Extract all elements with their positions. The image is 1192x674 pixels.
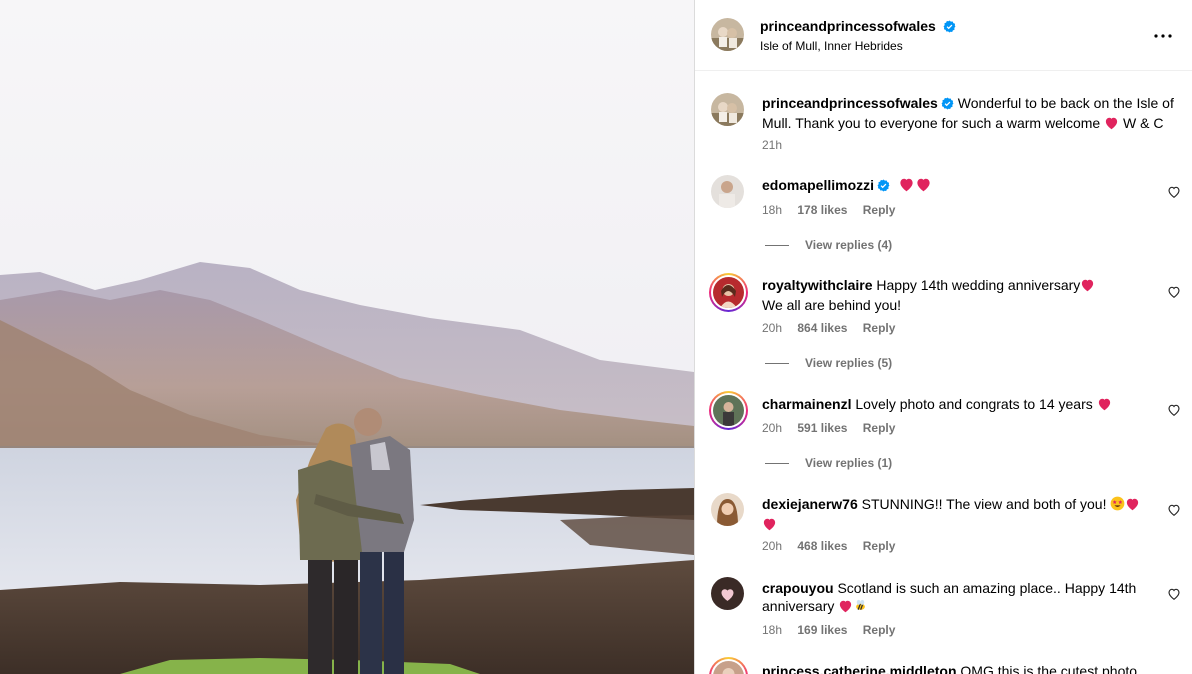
red-heart-emoji-icon <box>1104 116 1119 134</box>
comment-meta: 18h 178 likes Reply <box>762 203 907 217</box>
post-location[interactable]: Isle of Mull, Inner Hebrides <box>760 39 903 53</box>
reply-button[interactable]: Reply <box>863 203 896 217</box>
commenter-username[interactable]: princess.catherine.middleton <box>762 663 957 674</box>
comment-time[interactable]: 20h <box>762 321 782 335</box>
more-options-icon[interactable] <box>1151 24 1175 48</box>
view-replies-button[interactable]: View replies (5) <box>765 356 892 370</box>
comments-panel: princeandprincessofwales Isle of Mull, I… <box>694 0 1192 674</box>
post-image <box>0 0 694 674</box>
view-replies-label: View replies (4) <box>805 238 893 252</box>
red-heart-emoji-icon <box>898 177 915 196</box>
comment-item: princess.catherine.middleton OMG this is… <box>695 657 1192 674</box>
commenter-username[interactable]: royaltywithclaire <box>762 277 873 293</box>
heart-outline-icon[interactable] <box>1167 285 1181 299</box>
heart-outline-icon[interactable] <box>1167 503 1181 517</box>
caption-time[interactable]: 21h <box>762 138 782 152</box>
post-caption: princeandprincessofwales Wonderful to be… <box>695 92 1192 162</box>
heart-outline-icon[interactable] <box>1167 587 1181 601</box>
replies-divider <box>765 363 789 365</box>
story-ring[interactable] <box>709 273 748 312</box>
commenter-avatar[interactable] <box>711 175 744 208</box>
comment-meta: 20h 591 likes Reply <box>762 421 907 435</box>
comment-item: dexiejanerw76 STUNNING!! The view and bo… <box>695 492 1192 556</box>
commenter-username[interactable]: edomapellimozzi <box>762 177 874 193</box>
verified-badge-icon <box>943 20 956 36</box>
comment-item: charmainenzl Lovely photo and congrats t… <box>695 391 1192 471</box>
red-heart-emoji-icon <box>1080 278 1095 296</box>
comment-item: royaltywithclaire Happy 14th wedding ann… <box>695 273 1192 373</box>
post-header: princeandprincessofwales Isle of Mull, I… <box>695 0 1192 71</box>
comment-text: Happy 14th wedding anniversary <box>876 277 1081 293</box>
comment-meta: 18h 169 likes Reply <box>762 623 907 637</box>
comment-item: crapouyou Scotland is such an amazing pl… <box>695 576 1192 640</box>
commenter-username[interactable]: charmainenzl <box>762 396 851 412</box>
commenter-avatar <box>713 395 744 426</box>
post-photo[interactable] <box>0 0 694 674</box>
commenter-avatar[interactable] <box>711 577 744 610</box>
view-replies-label: View replies (5) <box>805 356 893 370</box>
reply-button[interactable]: Reply <box>863 623 896 637</box>
red-heart-emoji-icon <box>1125 497 1140 515</box>
author-username[interactable]: princeandprincessofwales <box>760 18 936 34</box>
reply-button[interactable]: Reply <box>863 321 896 335</box>
red-heart-emoji-icon <box>838 599 853 617</box>
comment-time[interactable]: 20h <box>762 421 782 435</box>
comment-likes[interactable]: 591 likes <box>797 421 847 435</box>
story-ring[interactable] <box>709 391 748 430</box>
reply-button[interactable]: Reply <box>863 421 896 435</box>
view-replies-button[interactable]: View replies (4) <box>765 238 892 252</box>
red-heart-emoji-icon <box>915 177 932 196</box>
comment-likes[interactable]: 178 likes <box>797 203 847 217</box>
reply-button[interactable]: Reply <box>863 539 896 553</box>
verified-badge-icon <box>877 178 890 196</box>
commenter-avatar <box>713 277 744 308</box>
comment-likes[interactable]: 169 likes <box>797 623 847 637</box>
comment-meta: 20h 864 likes Reply <box>762 321 907 335</box>
comment-text: STUNNING!! The view and both of you! <box>861 496 1107 512</box>
replies-divider <box>765 463 789 465</box>
author-avatar[interactable] <box>711 18 744 51</box>
comment-meta: 20h 468 likes Reply <box>762 539 907 553</box>
bee-emoji-icon <box>853 598 868 617</box>
red-heart-emoji-icon <box>1097 397 1112 415</box>
story-ring[interactable] <box>709 657 748 674</box>
heart-outline-icon[interactable] <box>1167 403 1181 417</box>
comment-text-line2: We all are behind you! <box>762 297 902 313</box>
caption-username[interactable]: princeandprincessofwales <box>762 95 938 111</box>
caption-signature: W & C <box>1123 115 1164 131</box>
view-replies-label: View replies (1) <box>805 456 893 470</box>
star-struck-emoji-icon <box>1110 496 1125 515</box>
comment-time[interactable]: 20h <box>762 539 782 553</box>
comment-text: OMG this is the cutest photo <box>960 663 1138 674</box>
replies-divider <box>765 245 789 247</box>
comment-text: Lovely photo and congrats to 14 years <box>855 396 1093 412</box>
red-heart-emoji-icon <box>762 517 777 535</box>
commenter-username[interactable]: crapouyou <box>762 580 834 596</box>
heart-outline-icon[interactable] <box>1167 185 1181 199</box>
comment-time[interactable]: 18h <box>762 203 782 217</box>
commenter-username[interactable]: dexiejanerw76 <box>762 496 858 512</box>
comment-likes[interactable]: 864 likes <box>797 321 847 335</box>
comment-time[interactable]: 18h <box>762 623 782 637</box>
comment-item: edomapellimozzi 18h 178 likes Reply View… <box>695 174 1192 264</box>
comment-likes[interactable]: 468 likes <box>797 539 847 553</box>
verified-badge-icon <box>941 96 954 114</box>
caption-avatar[interactable] <box>711 93 744 126</box>
view-replies-button[interactable]: View replies (1) <box>765 456 892 470</box>
commenter-avatar[interactable] <box>711 493 744 526</box>
